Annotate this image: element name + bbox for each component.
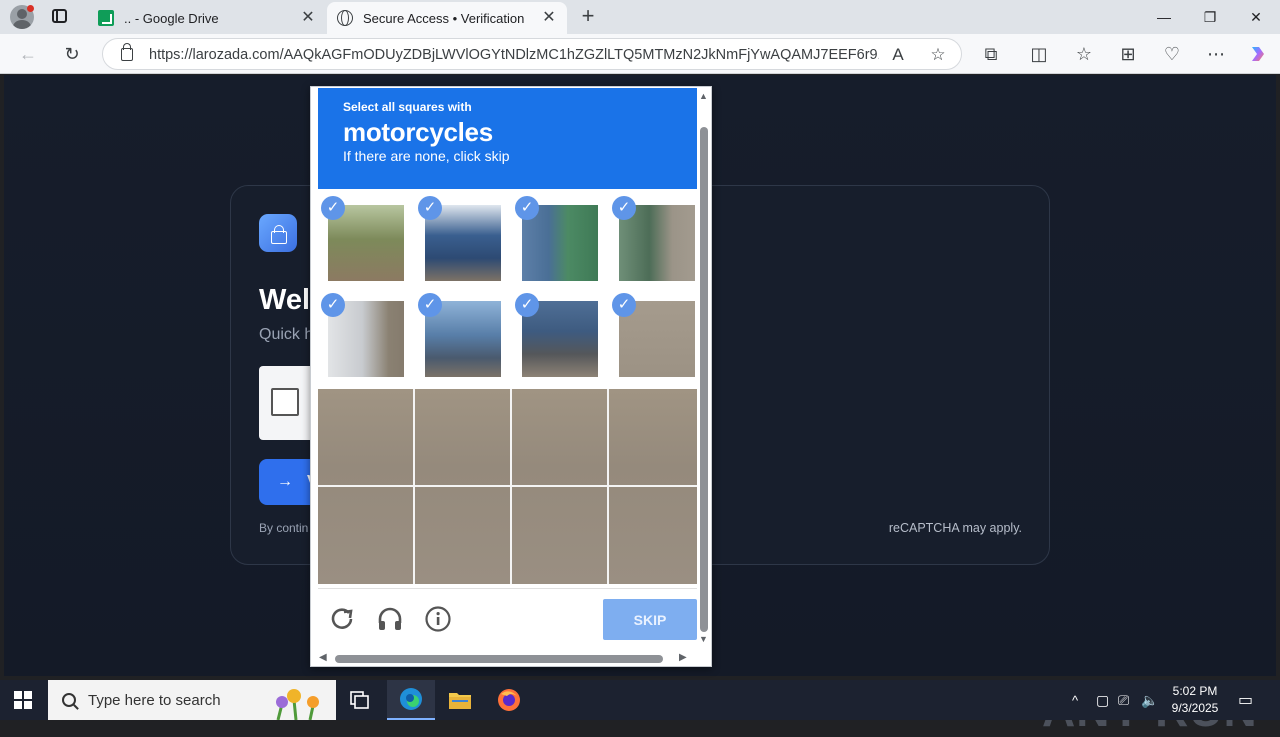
captcha-tile[interactable]: [512, 389, 607, 485]
globe-icon: [337, 10, 353, 26]
network-icon[interactable]: ⎚: [1118, 680, 1129, 720]
start-button[interactable]: [14, 691, 32, 709]
captcha-tile[interactable]: ✓: [609, 194, 697, 290]
headphones-icon[interactable]: [376, 605, 404, 633]
reload-icon[interactable]: [328, 605, 356, 633]
notification-dot: [27, 5, 34, 12]
copilot-icon[interactable]: [1247, 43, 1269, 65]
scroll-left-icon[interactable]: ◀: [319, 652, 327, 663]
windows-taskbar: Type here to search ^ ▢ ⎚ 🔈 5:02 PM 9/3/…: [0, 680, 1280, 720]
minimize-button[interactable]: —: [1141, 0, 1187, 34]
clock-time: 5:02 PM: [1172, 684, 1218, 698]
clock[interactable]: 5:02 PM 9/3/2025: [1160, 683, 1230, 717]
show-hidden-icons[interactable]: ^: [1072, 680, 1078, 720]
read-aloud-icon[interactable]: A: [887, 44, 909, 66]
selected-check-icon: ✓: [418, 196, 442, 220]
selected-check-icon: ✓: [612, 293, 636, 317]
scroll-up-icon[interactable]: ▲: [699, 91, 708, 101]
footer-divider: [318, 588, 697, 589]
restore-button[interactable]: ❐: [1187, 0, 1233, 34]
address-bar[interactable]: https://larozada.com/AAQkAGFmODUyZDBjLWV…: [102, 38, 962, 70]
captcha-tile[interactable]: ✓: [318, 194, 414, 290]
captcha-tile[interactable]: [512, 487, 607, 584]
captcha-tile[interactable]: ✓: [415, 194, 511, 290]
scroll-right-icon[interactable]: ▶: [679, 652, 687, 663]
vertical-scrollbar[interactable]: ▲ ▼: [697, 89, 711, 644]
scroll-thumb[interactable]: [700, 127, 708, 632]
arrow-right-icon: →: [277, 473, 293, 490]
selected-check-icon: ✓: [321, 293, 345, 317]
selected-check-icon: ✓: [515, 196, 539, 220]
page-subtitle: Quick h: [259, 326, 314, 343]
skip-button[interactable]: SKIP: [603, 599, 697, 640]
tab-actions-icon[interactable]: [52, 9, 67, 23]
url-text[interactable]: https://larozada.com/AAQkAGFmODUyZDBjLWV…: [149, 47, 879, 63]
edge-taskbar-icon[interactable]: [387, 680, 435, 720]
close-tab-icon[interactable]: ✕: [541, 10, 557, 26]
extensions-icon[interactable]: ⧉: [980, 43, 1002, 65]
horizontal-scrollbar[interactable]: ◀ ▶: [313, 652, 697, 666]
captcha-tile[interactable]: ✓: [512, 291, 608, 387]
scroll-down-icon[interactable]: ▼: [699, 634, 708, 644]
refresh-icon[interactable]: ↻: [61, 43, 83, 65]
not-robot-checkbox[interactable]: [271, 388, 299, 416]
more-menu-icon[interactable]: ⋯: [1205, 43, 1227, 65]
recaptcha-challenge: Select all squares with motorcycles If t…: [310, 86, 712, 667]
selected-check-icon: ✓: [321, 196, 345, 220]
info-icon[interactable]: [424, 605, 452, 633]
tab-google-drive[interactable]: .. - Google Drive ✕: [88, 2, 326, 34]
challenge-grid: ✓ ✓ ✓ ✓ ✓ ✓ ✓ ✓: [318, 194, 697, 584]
challenge-instruction: Select all squares with: [343, 100, 472, 114]
tab-secure-access[interactable]: Secure Access • Verification ✕: [327, 2, 567, 34]
device-icon[interactable]: ▢: [1096, 680, 1109, 720]
captcha-tile[interactable]: [415, 487, 510, 584]
notifications-icon[interactable]: ▭: [1238, 680, 1253, 720]
browser-tab-bar: .. - Google Drive ✕ Secure Access • Veri…: [0, 0, 1280, 34]
collections-icon[interactable]: ⊞: [1117, 43, 1139, 65]
scroll-thumb[interactable]: [335, 655, 663, 663]
tab-title: Secure Access • Verification: [363, 10, 525, 26]
captcha-tile[interactable]: ✓: [415, 291, 511, 387]
back-icon[interactable]: ←: [17, 43, 39, 65]
captcha-tile[interactable]: [318, 389, 413, 485]
challenge-target: motorcycles: [343, 117, 493, 147]
clock-date: 9/3/2025: [1171, 701, 1219, 715]
captcha-tile[interactable]: [609, 389, 697, 485]
lock-icon: [259, 214, 297, 252]
selected-check-icon: ✓: [612, 196, 636, 220]
selected-check-icon: ✓: [418, 293, 442, 317]
sheets-icon: [98, 10, 114, 26]
captcha-tile[interactable]: [318, 487, 413, 584]
search-placeholder: Type here to search: [88, 691, 221, 709]
volume-icon[interactable]: 🔈: [1141, 680, 1158, 720]
favorite-star-icon[interactable]: ☆: [927, 44, 949, 66]
favorites-icon[interactable]: ☆: [1073, 43, 1095, 65]
challenge-header: Select all squares with motorcycles If t…: [318, 88, 697, 189]
browser-toolbar: ← ↻ https://larozada.com/AAQkAGFmODUyZDB…: [0, 34, 1280, 74]
recaptcha-notice: reCAPTCHA may apply.: [888, 521, 1022, 535]
selected-check-icon: ✓: [515, 293, 539, 317]
close-window-button[interactable]: ✕: [1233, 0, 1279, 34]
browser-essentials-icon[interactable]: ♡: [1161, 43, 1183, 65]
search-icon: [62, 693, 76, 707]
tab-title: .. - Google Drive: [124, 10, 219, 26]
new-tab-button[interactable]: +: [578, 5, 598, 27]
captcha-tile[interactable]: [609, 487, 697, 584]
firefox-icon[interactable]: [485, 680, 533, 720]
task-view-icon[interactable]: [336, 680, 384, 720]
challenge-hint: If there are none, click skip: [343, 148, 510, 164]
captcha-tile[interactable]: [415, 389, 510, 485]
captcha-tile[interactable]: ✓: [609, 291, 697, 387]
flowers-icon: [276, 689, 319, 720]
taskbar-search[interactable]: Type here to search: [48, 680, 336, 720]
captcha-tile[interactable]: ✓: [512, 194, 608, 290]
split-screen-icon[interactable]: ◫: [1028, 43, 1050, 65]
site-info-icon[interactable]: [121, 43, 133, 61]
file-explorer-icon[interactable]: [436, 680, 484, 720]
captcha-tile[interactable]: ✓: [318, 291, 414, 387]
close-tab-icon[interactable]: ✕: [300, 10, 316, 26]
